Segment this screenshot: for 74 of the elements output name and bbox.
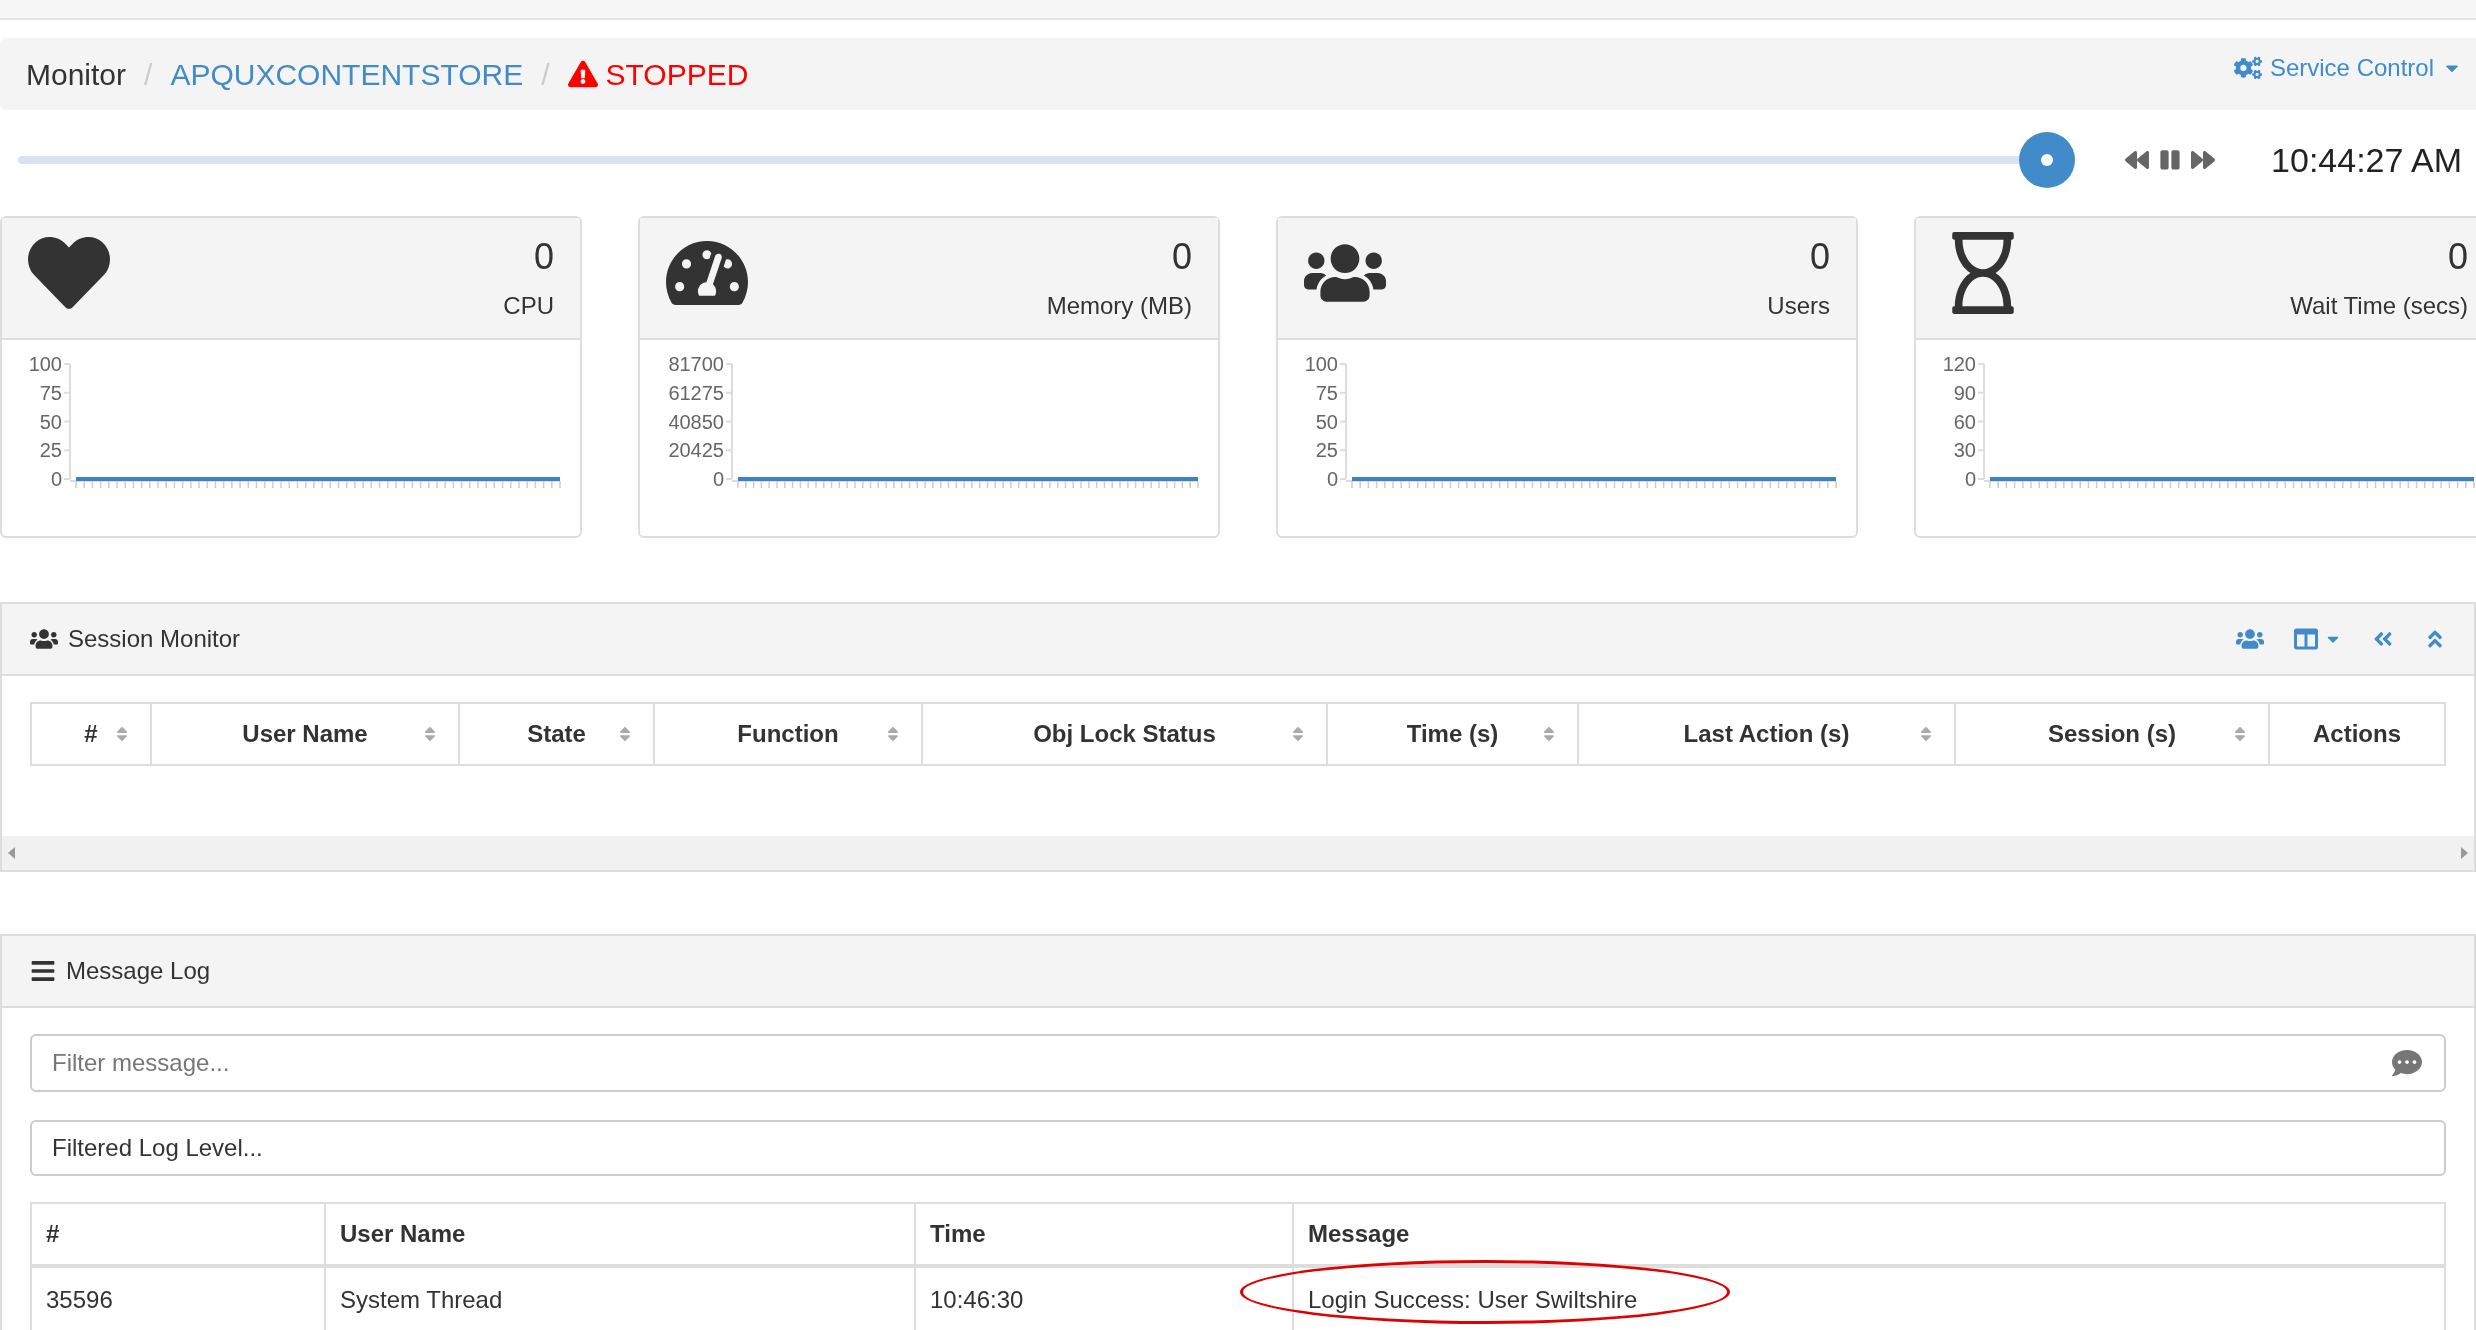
column-header[interactable]: User Name — [152, 704, 460, 764]
pause-icon[interactable] — [2159, 149, 2182, 171]
scroll-left-icon[interactable] — [6, 846, 16, 860]
sort-icon — [1918, 725, 1934, 743]
y-tick-label: 60 — [1953, 410, 1976, 433]
timeline-slider[interactable] — [18, 132, 2076, 188]
y-tick-label: 75 — [39, 381, 62, 404]
fast-forward-icon[interactable] — [2191, 148, 2216, 172]
rewind-icon[interactable] — [2125, 148, 2150, 172]
metric-label: Wait Time (secs) — [2290, 291, 2468, 321]
column-header[interactable]: # — [32, 704, 152, 764]
y-tick-label: 50 — [39, 410, 62, 433]
metric-label: CPU — [503, 291, 554, 321]
column-header[interactable]: Session (s) — [1956, 704, 2270, 764]
y-tick-label: 30 — [1953, 439, 1976, 462]
list-icon — [30, 958, 56, 984]
horizontal-scrollbar[interactable] — [2, 836, 2474, 870]
column-header[interactable]: Function — [655, 704, 923, 764]
panel-title: Message Log — [66, 956, 211, 986]
sort-icon — [422, 725, 438, 743]
y-tick-label: 0 — [50, 468, 62, 490]
y-tick-label: 0 — [712, 468, 724, 490]
filter-message-field[interactable]: Filter message... — [30, 1034, 2446, 1092]
metric-value: 0 — [533, 235, 554, 279]
metric-label: Users — [1767, 291, 1830, 321]
breadcrumb-separator: / — [144, 56, 153, 93]
sort-icon — [1541, 725, 1557, 743]
column-header[interactable]: # — [32, 1204, 326, 1264]
gears-icon — [2233, 54, 2262, 82]
table-cell-text: 10:46:30 — [930, 1285, 1024, 1315]
scroll-right-icon[interactable] — [2460, 846, 2470, 860]
log-level-field[interactable]: Filtered Log Level... — [30, 1120, 2446, 1176]
metric-value: 0 — [1809, 235, 1830, 279]
y-tick-label: 100 — [1304, 353, 1338, 375]
y-tick-label: 50 — [1315, 410, 1338, 433]
y-tick-label: 20425 — [668, 439, 724, 462]
column-header[interactable]: Obj Lock Status — [923, 704, 1328, 764]
y-tick-label: 75 — [1315, 381, 1338, 404]
sort-icon — [2232, 725, 2248, 743]
sort-icon — [885, 725, 901, 743]
current-time: 10:44:27 AM — [2271, 139, 2462, 181]
table-cell-text: System Thread — [340, 1285, 503, 1315]
sort-icon — [114, 725, 130, 743]
y-tick-label: 0 — [1326, 468, 1338, 490]
y-tick-label: 0 — [1964, 468, 1976, 490]
column-header[interactable]: Last Action (s) — [1579, 704, 1956, 764]
breadcrumb-item: Monitor — [26, 56, 127, 93]
y-tick-label: 81700 — [668, 353, 724, 375]
y-tick-label: 100 — [28, 353, 62, 375]
sort-icon — [1290, 725, 1306, 743]
table-cell-text: Login Success: User Swiltshire — [1308, 1285, 1638, 1315]
columns-icon — [2294, 627, 2318, 651]
y-tick-label: 120 — [1942, 353, 1976, 375]
status-text: STOPPED — [605, 56, 749, 93]
table-cell-text: 35596 — [46, 1285, 113, 1315]
y-tick-label: 61275 — [668, 381, 724, 404]
metric-value: 0 — [1171, 235, 1192, 279]
y-tick-label: 25 — [39, 439, 62, 462]
panel-title: Session Monitor — [68, 624, 241, 654]
y-tick-label: 90 — [1953, 381, 1976, 404]
metric-value: 0 — [2447, 235, 2468, 279]
column-header[interactable]: Message — [1294, 1204, 2444, 1264]
column-header[interactable]: Actions — [2270, 704, 2444, 764]
column-header[interactable]: Time — [916, 1204, 1294, 1264]
metric-label: Memory (MB) — [1046, 291, 1192, 321]
breadcrumb-separator: / — [541, 56, 550, 93]
warning-icon — [567, 59, 598, 89]
column-header[interactable]: State — [460, 704, 655, 764]
y-tick-label: 40850 — [668, 410, 724, 433]
chat-icon[interactable] — [2392, 1048, 2422, 1078]
column-header[interactable]: Time (s) — [1328, 704, 1579, 764]
y-tick-label: 25 — [1315, 439, 1338, 462]
column-header[interactable]: User Name — [326, 1204, 916, 1264]
sort-icon — [617, 725, 633, 743]
